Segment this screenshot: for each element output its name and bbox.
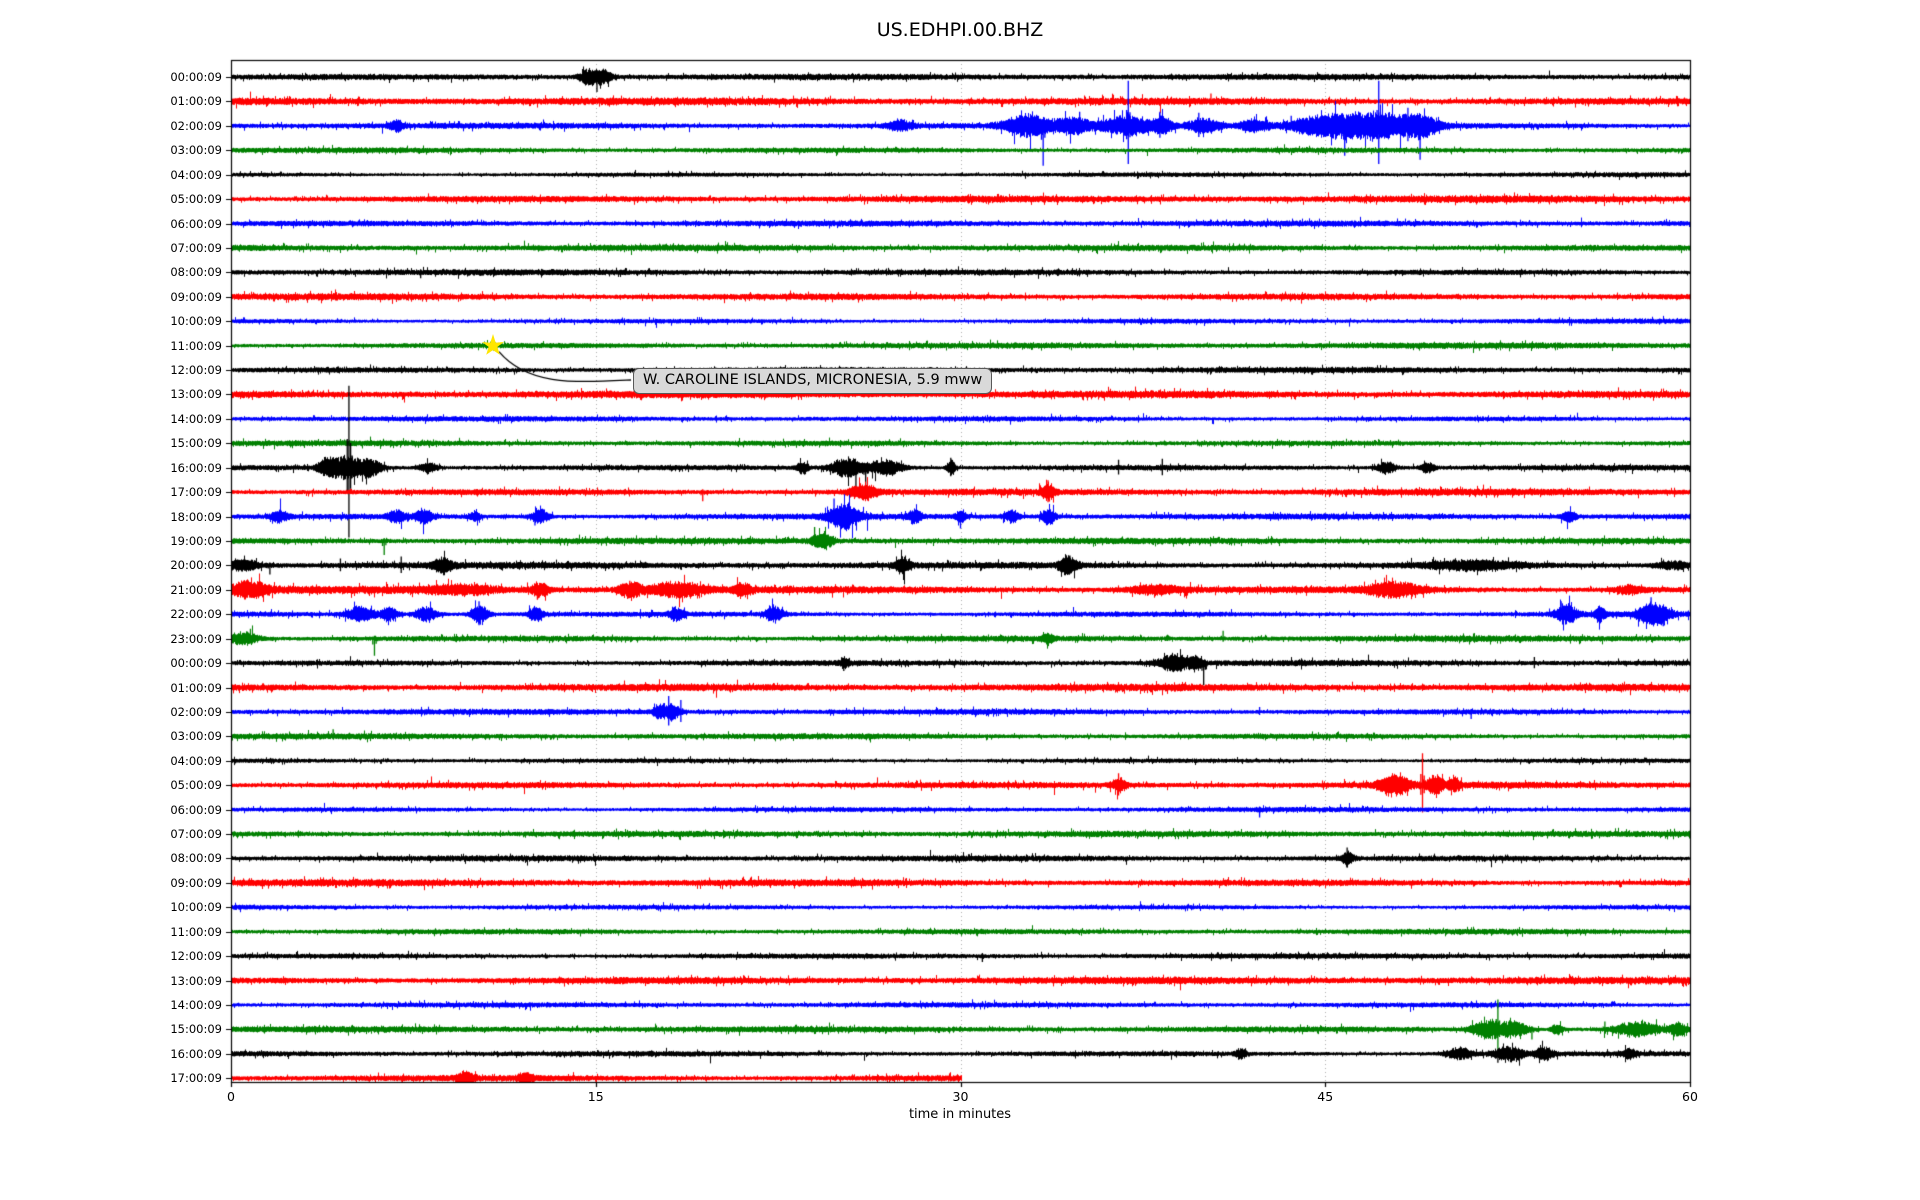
event-star-icon [482, 334, 504, 355]
trace-time-label: 08:00:09 [170, 265, 222, 280]
trace-time-label: 14:00:09 [170, 997, 222, 1012]
x-tick-label: 0 [227, 1089, 235, 1104]
trace-time-label: 10:00:09 [170, 314, 222, 329]
trace-time-label: 04:00:09 [170, 753, 222, 768]
trace-time-label: 17:00:09 [170, 485, 222, 500]
trace-time-label: 10:00:09 [170, 900, 222, 915]
trace-time-label: 15:00:09 [170, 1022, 222, 1037]
trace-time-label: 00:00:09 [170, 656, 222, 671]
trace-time-label: 02:00:09 [170, 704, 222, 719]
trace-time-label: 01:00:09 [170, 94, 222, 109]
trace-time-label: 23:00:09 [170, 631, 222, 646]
event-annotation-label: W. CAROLINE ISLANDS, MICRONESIA, 5.9 mww [633, 368, 993, 394]
trace-time-label: 17:00:09 [170, 1071, 222, 1086]
x-tick-label: 45 [1317, 1089, 1334, 1104]
trace-time-label: 05:00:09 [170, 778, 222, 793]
trace-time-label: 09:00:09 [170, 875, 222, 890]
trace-time-label: 13:00:09 [170, 973, 222, 988]
trace-time-label: 16:00:09 [170, 1046, 222, 1061]
trace-time-label: 07:00:09 [170, 240, 222, 255]
trace-time-label: 06:00:09 [170, 802, 222, 817]
page-title: US.EDHPI.00.BHZ [876, 19, 1044, 41]
x-axis-label: time in minutes [908, 1107, 1012, 1122]
trace-time-label: 08:00:09 [170, 851, 222, 866]
trace-time-label: 06:00:09 [170, 216, 222, 231]
trace-time-label: 22:00:09 [170, 607, 222, 622]
seismogram-canvas [0, 0, 1920, 1200]
trace-time-label: 07:00:09 [170, 827, 222, 842]
trace-time-label: 09:00:09 [170, 289, 222, 304]
trace-time-label: 15:00:09 [170, 436, 222, 451]
trace-time-label: 14:00:09 [170, 411, 222, 426]
trace-time-label: 19:00:09 [170, 533, 222, 548]
trace-time-label: 16:00:09 [170, 460, 222, 475]
trace-time-label: 20:00:09 [170, 558, 222, 573]
trace-time-label: 18:00:09 [170, 509, 222, 524]
seismogram-figure: US.EDHPI.00.BHZ time in minutes W. CAROL… [0, 0, 1920, 1200]
trace-time-label: 12:00:09 [170, 949, 222, 964]
trace-time-label: 12:00:09 [170, 363, 222, 378]
trace-time-label: 21:00:09 [170, 582, 222, 597]
trace-time-label: 11:00:09 [170, 338, 222, 353]
trace-time-label: 13:00:09 [170, 387, 222, 402]
x-tick-label: 15 [587, 1089, 604, 1104]
trace-time-label: 11:00:09 [170, 924, 222, 939]
trace-time-label: 05:00:09 [170, 192, 222, 207]
trace-time-label: 02:00:09 [170, 118, 222, 133]
x-tick-label: 30 [952, 1089, 969, 1104]
trace-time-label: 00:00:09 [170, 70, 222, 84]
x-tick-label: 60 [1682, 1089, 1698, 1104]
trace-time-label: 03:00:09 [170, 143, 222, 158]
trace-time-label: 03:00:09 [170, 729, 222, 744]
trace-time-label: 04:00:09 [170, 167, 222, 182]
trace-time-label: 01:00:09 [170, 680, 222, 695]
